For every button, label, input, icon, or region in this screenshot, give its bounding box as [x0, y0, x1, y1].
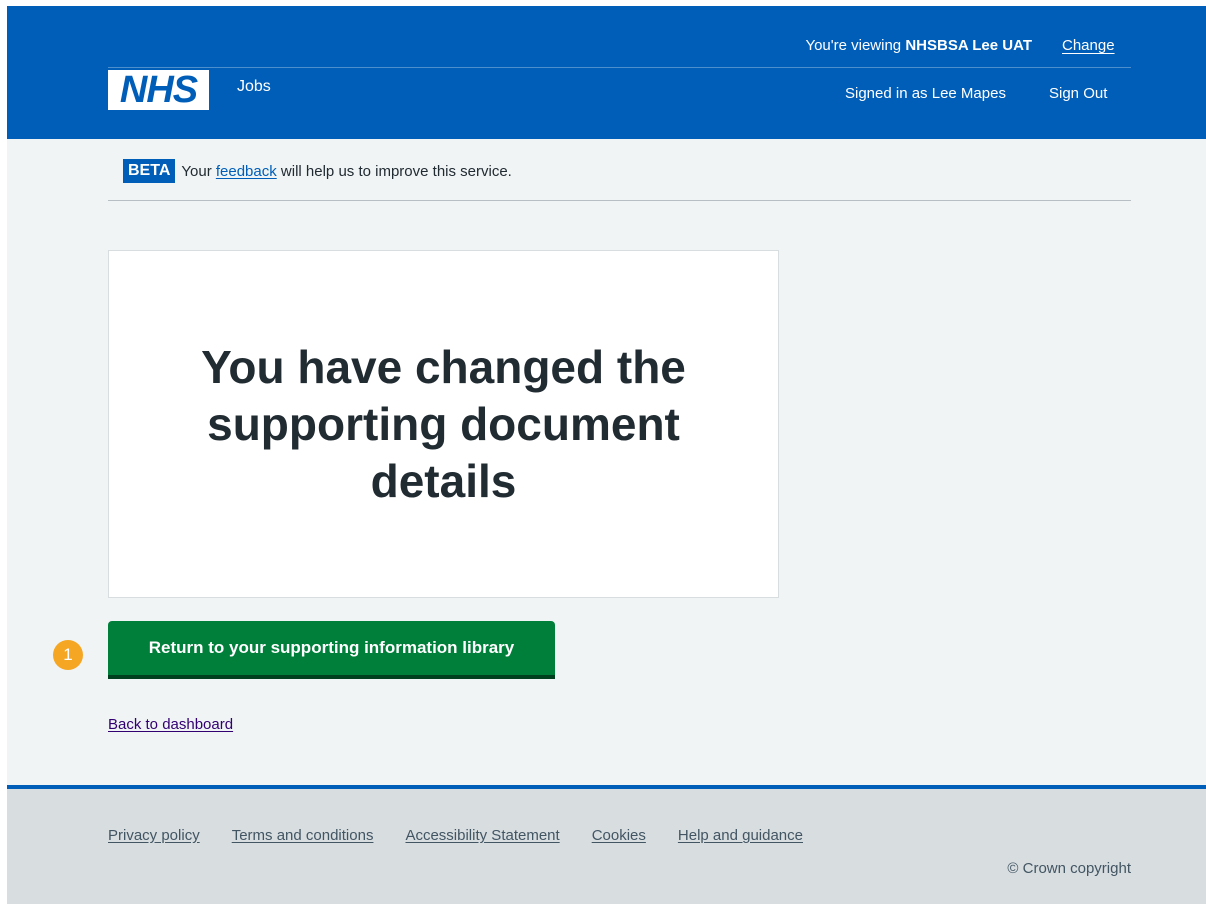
footer-link-privacy[interactable]: Privacy policy	[108, 827, 200, 844]
footer-link-terms[interactable]: Terms and conditions	[232, 827, 374, 844]
return-to-library-button[interactable]: Return to your supporting information li…	[108, 621, 555, 679]
change-org-link[interactable]: Change	[1062, 37, 1115, 54]
sign-out-link[interactable]: Sign Out	[1049, 85, 1107, 102]
confirmation-panel: You have changed the supporting document…	[108, 250, 779, 598]
footer-link-cookies[interactable]: Cookies	[592, 827, 646, 844]
viewing-org-name: NHSBSA Lee UAT	[905, 37, 1032, 54]
footer-link-accessibility[interactable]: Accessibility Statement	[405, 827, 559, 844]
site-header: You're viewing NHSBSA Lee UAT Change NHS…	[7, 6, 1206, 139]
feedback-link[interactable]: feedback	[216, 163, 277, 180]
page-frame: You're viewing NHSBSA Lee UAT Change NHS…	[7, 6, 1206, 904]
viewing-org-text: You're viewing NHSBSA Lee UAT	[805, 37, 1032, 54]
copyright-text: © Crown copyright	[1007, 860, 1131, 877]
nhs-logo[interactable]: NHS	[108, 70, 209, 110]
footer-links: Privacy policy Terms and conditions Acce…	[108, 827, 835, 844]
page-title: You have changed the supporting document…	[201, 340, 686, 507]
beta-divider	[108, 200, 1131, 201]
signed-in-text: Signed in as Lee Mapes	[845, 85, 1006, 102]
beta-text: Your feedback will help us to improve th…	[181, 162, 512, 180]
header-divider	[108, 67, 1131, 68]
beta-tag: BETA	[123, 159, 176, 183]
back-to-dashboard-link[interactable]: Back to dashboard	[108, 716, 233, 733]
site-footer: Privacy policy Terms and conditions Acce…	[7, 785, 1206, 904]
footer-link-help[interactable]: Help and guidance	[678, 827, 803, 844]
beta-banner: BETA Your feedback will help us to impro…	[123, 159, 512, 183]
service-name: Jobs	[237, 78, 271, 95]
step-marker: 1	[53, 640, 83, 670]
